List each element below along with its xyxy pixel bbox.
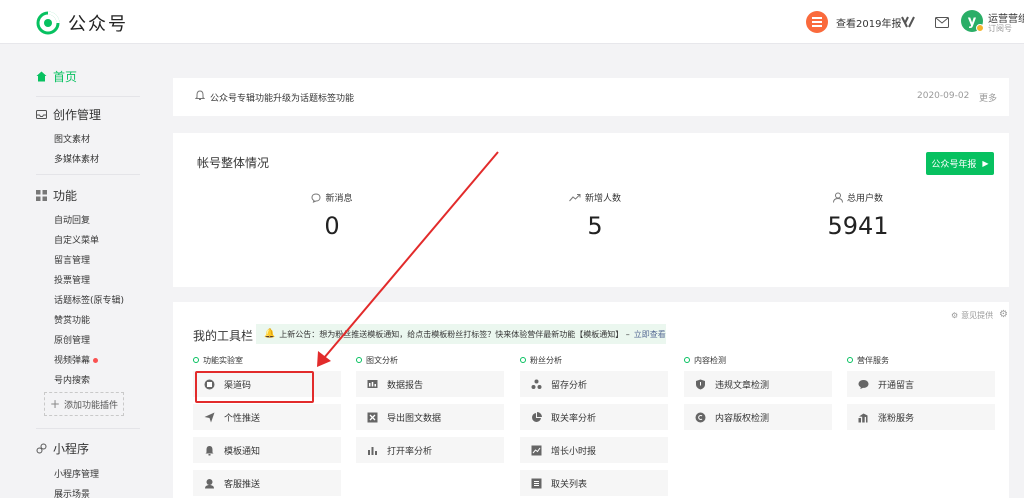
notice-more-link[interactable]: 更多 xyxy=(979,91,997,104)
tool-column-lab: 功能实验室 渠道码 个性推送 模板通知 客服推送 xyxy=(193,354,341,496)
sidebar: 首页 创作管理 图文素材 多媒体素材 功能 自动回复 自定义菜单 留言管理 投票… xyxy=(0,44,150,498)
avatar-status-dot xyxy=(976,24,984,32)
tool-column-fan-analysis: 粉丝分析 留存分析 取关率分析 增长小时报 取关列表 xyxy=(520,354,668,496)
annotation-highlight-box xyxy=(195,371,314,403)
report-icon[interactable] xyxy=(806,11,828,33)
sidebar-item-miniprogram-manage[interactable]: 小程序管理 xyxy=(54,467,99,480)
notice-text[interactable]: 公众号专辑功能升级为话题标签功能 xyxy=(210,91,354,104)
sidebar-item-media[interactable]: 多媒体素材 xyxy=(54,152,99,165)
account-type: 订阅号 xyxy=(988,24,1012,33)
bell-icon xyxy=(203,444,215,456)
grid-icon xyxy=(36,190,47,201)
sidebar-item-votes[interactable]: 投票管理 xyxy=(54,273,90,286)
tool-template-notice[interactable]: 模板通知 xyxy=(193,437,341,463)
logo[interactable]: 公众号 xyxy=(36,10,128,36)
sidebar-item-video-danmaku[interactable]: 视频弹幕 xyxy=(54,353,99,366)
sidebar-item-auto-reply[interactable]: 自动回复 xyxy=(54,213,90,226)
stat-value: 5 xyxy=(587,212,603,240)
top-bar: 公众号 查看2019年报 y 运营营组 订阅号 xyxy=(0,0,1024,44)
tool-column-yingban-service: 营伴服务 开通留言 涨粉服务 xyxy=(847,354,995,430)
bell-icon: 🔔 xyxy=(264,329,276,339)
tool-grow-followers[interactable]: 涨粉服务 xyxy=(847,404,995,430)
stat-new-messages[interactable]: 新消息 0 xyxy=(272,191,392,240)
stat-value: 5941 xyxy=(827,212,889,240)
excel-icon xyxy=(366,411,378,423)
y-brand-icon[interactable] xyxy=(898,12,918,32)
tool-copyright-check[interactable]: 内容版权检测 xyxy=(684,404,832,430)
tool-service-push[interactable]: 客服推送 xyxy=(193,470,341,496)
sidebar-item-articles[interactable]: 图文素材 xyxy=(54,132,90,145)
tool-export-article-data[interactable]: 导出图文数据 xyxy=(356,404,504,430)
sidebar-item-comments[interactable]: 留言管理 xyxy=(54,253,90,266)
tool-open-rate-analysis[interactable]: 打开率分析 xyxy=(356,437,504,463)
tool-retention-analysis[interactable]: 留存分析 xyxy=(520,371,668,397)
announcement-bar: 🔔 上新公告：想为粉丝推送模板通知，给点击模板粉丝打标签？快来体验营伴最新功能【… xyxy=(256,324,666,344)
list-icon xyxy=(530,477,542,489)
line-chart-icon xyxy=(530,444,542,456)
tool-hourly-growth[interactable]: 增长小时报 xyxy=(520,437,668,463)
report-icon xyxy=(366,378,378,390)
sidebar-item-home[interactable]: 首页 xyxy=(36,68,77,85)
feedback-icon: ⚙ xyxy=(951,311,959,320)
shield-icon xyxy=(694,378,706,390)
overview-card: 帐号整体情况 公众号年报 ▶ 新消息 0 新增人数 5 总用户数 5941 xyxy=(173,133,1009,287)
stat-total-users[interactable]: 总用户数 5941 xyxy=(798,191,918,240)
wechat-logo-icon xyxy=(36,11,60,35)
pie-chart-icon xyxy=(530,411,542,423)
sidebar-item-original[interactable]: 原创管理 xyxy=(54,333,90,346)
notice-date: 2020-09-02 xyxy=(917,91,970,101)
comment-icon xyxy=(857,378,869,390)
user-icon xyxy=(832,192,843,203)
annual-report-button[interactable]: 公众号年报 ▶ xyxy=(926,152,994,175)
announcement-link[interactable]: 立即查看 xyxy=(634,329,666,340)
overview-title: 帐号整体情况 xyxy=(197,156,270,170)
sidebar-section-create[interactable]: 创作管理 xyxy=(36,106,101,123)
home-icon xyxy=(36,71,47,82)
stat-value: 0 xyxy=(324,212,340,240)
sidebar-item-search[interactable]: 号内搜索 xyxy=(54,373,90,386)
tool-enable-comments[interactable]: 开通留言 xyxy=(847,371,995,397)
tool-personal-push[interactable]: 个性推送 xyxy=(193,404,341,430)
tool-unfollow-list[interactable]: 取关列表 xyxy=(520,470,668,496)
sidebar-item-topic-tags[interactable]: 话题标签(原专辑) xyxy=(54,293,124,306)
new-badge-dot xyxy=(93,358,99,363)
sidebar-item-custom-menu[interactable]: 自定义菜单 xyxy=(54,233,99,246)
sidebar-section-miniprogram[interactable]: 小程序 xyxy=(36,440,89,457)
bar-chart-icon xyxy=(366,444,378,456)
chat-bubble-icon xyxy=(311,192,321,203)
link-icon xyxy=(36,443,47,454)
notice-card: 公众号专辑功能升级为话题标签功能 2020-09-02 更多 xyxy=(173,78,1009,116)
sidebar-section-features[interactable]: 功能 xyxy=(36,187,77,204)
sidebar-item-reward[interactable]: 赞赏功能 xyxy=(54,313,90,326)
headset-icon xyxy=(203,477,215,489)
growth-icon xyxy=(857,411,869,423)
trend-up-icon xyxy=(569,194,581,202)
stat-new-followers[interactable]: 新增人数 5 xyxy=(535,191,655,240)
add-plugin-button[interactable]: + 添加功能插件 xyxy=(44,392,124,416)
app-name: 公众号 xyxy=(68,14,128,35)
chevron-right-icon: ▶ xyxy=(982,159,989,168)
report-link[interactable]: 查看2019年报 xyxy=(836,15,901,30)
recycle-icon xyxy=(530,378,542,390)
settings-icon[interactable]: ⚙ xyxy=(999,309,1008,320)
inbox-icon xyxy=(36,110,47,119)
plus-icon: + xyxy=(49,397,61,411)
copyright-icon xyxy=(694,411,706,423)
tool-violation-check[interactable]: 违规文章检测 xyxy=(684,371,832,397)
toolbar-title: 我的工具栏 xyxy=(193,329,254,343)
feedback-link[interactable]: ⚙ 意见提供 xyxy=(951,310,993,321)
bell-icon xyxy=(195,90,205,100)
mail-icon[interactable] xyxy=(932,12,952,32)
send-icon xyxy=(203,411,215,423)
tool-data-report[interactable]: 数据报告 xyxy=(356,371,504,397)
tool-column-article-analysis: 图文分析 数据报告 导出图文数据 打开率分析 xyxy=(356,354,504,463)
tool-unfollow-rate[interactable]: 取关率分析 xyxy=(520,404,668,430)
tool-column-content-check: 内容检测 违规文章检测 内容版权检测 xyxy=(684,354,832,430)
sidebar-item-display-scenes[interactable]: 展示场景 xyxy=(54,487,90,498)
